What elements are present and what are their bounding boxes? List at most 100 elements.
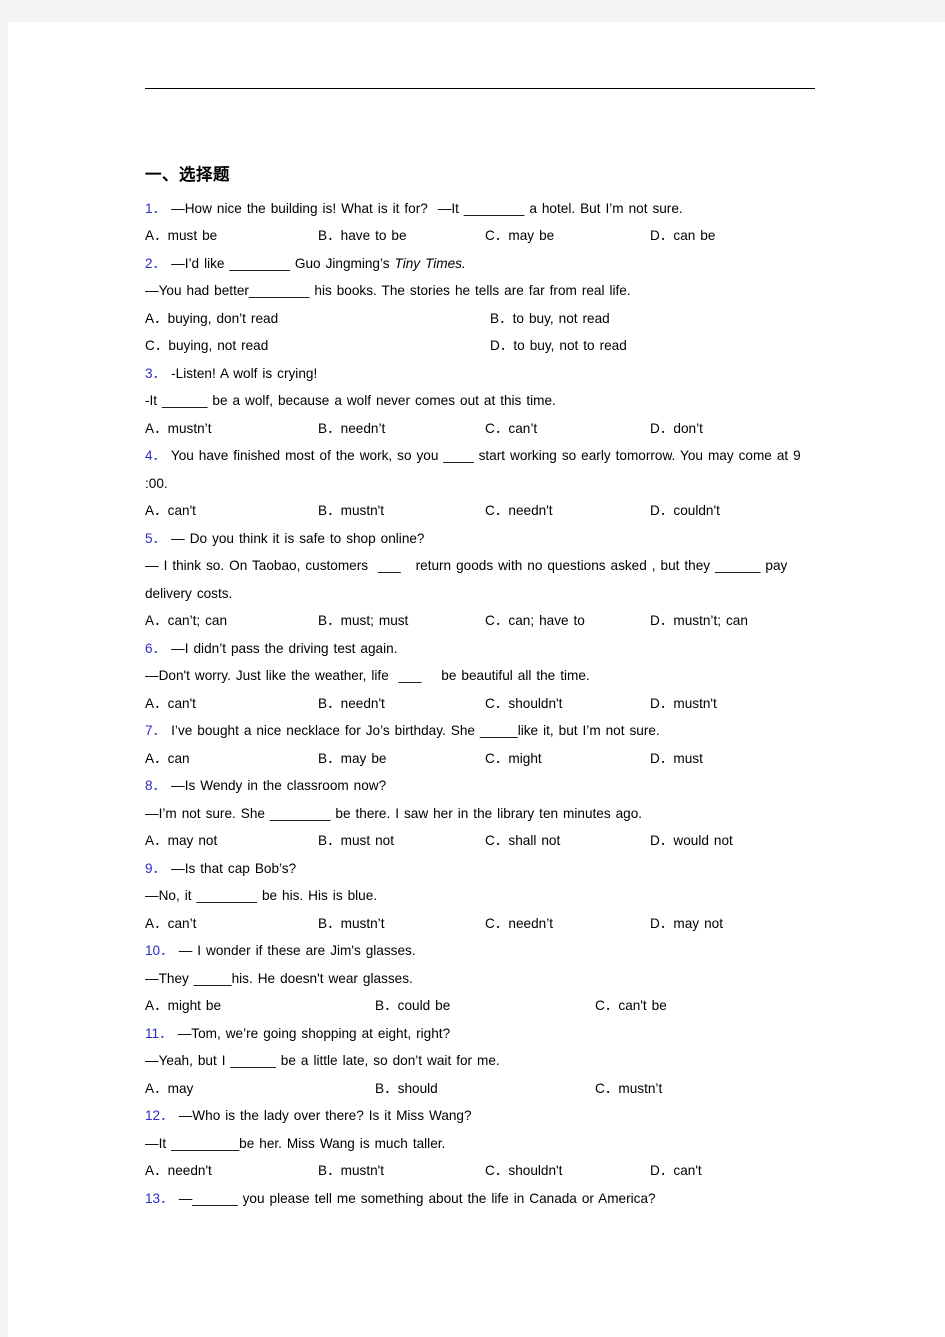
question-block: 2． —I’d like ________ Guo Jingming’s Tin… <box>145 250 817 360</box>
question-number: 12． <box>145 1108 174 1124</box>
question-block: 5． — Do you think it is safe to shop onl… <box>145 525 817 635</box>
option-choice[interactable]: D．must <box>650 745 817 773</box>
section-heading: 一、选择题 <box>145 166 230 184</box>
question-text: You have finished most of the work, so y… <box>145 448 806 491</box>
question-number: 11． <box>145 1025 173 1041</box>
question-stem: 10． — I wonder if these are Jim's glasse… <box>145 937 817 965</box>
option-group: A．might be B．could be C．can't be <box>145 992 817 1020</box>
question-stem: 2． —I’d like ________ Guo Jingming’s Tin… <box>145 250 817 278</box>
question-text: —Is that cap Bob’s? <box>171 860 297 876</box>
question-text: —______ you please tell me something abo… <box>178 1190 656 1206</box>
option-choice[interactable]: D．mustn’t; can <box>650 607 817 635</box>
option-group: A．may B．should C．mustn’t <box>145 1075 817 1103</box>
option-choice[interactable]: A．can't <box>145 690 318 718</box>
option-choice[interactable]: D．can be <box>650 222 817 250</box>
option-choice[interactable]: C．mustn’t <box>595 1075 817 1103</box>
option-choice[interactable]: C．can; have to <box>485 607 650 635</box>
option-choice[interactable]: B．mustn’t <box>318 910 485 938</box>
question-text: —Don't worry. Just like the weather, lif… <box>145 668 590 684</box>
question-stem-continuation: —Yeah, but I ______ be a little late, so… <box>145 1047 817 1075</box>
question-text: —I’m not sure. She ________ be there. I … <box>145 805 643 821</box>
question-stem-continuation: — I think so. On Taobao, customers ___ r… <box>145 552 817 607</box>
option-choice[interactable]: A．mustn’t <box>145 415 318 443</box>
option-choice[interactable]: C．may be <box>485 222 650 250</box>
question-stem-continuation: —Don't worry. Just like the weather, lif… <box>145 662 817 690</box>
option-choice[interactable]: C．buying, not read <box>145 332 490 360</box>
option-group: A．can't B．mustn't C．needn't D．couldn't <box>145 497 817 525</box>
option-choice[interactable]: B．to buy, not read <box>490 305 817 333</box>
question-number: 2． <box>145 255 167 271</box>
option-choice[interactable]: B．should <box>375 1075 595 1103</box>
question-stem: 12． —Who is the lady over there? Is it M… <box>145 1102 817 1130</box>
question-text: —How nice the building is! What is it fo… <box>171 200 683 216</box>
question-text: —No, it ________ be his. His is blue. <box>145 888 378 904</box>
option-choice[interactable]: B．may be <box>318 745 485 773</box>
option-choice[interactable]: B．could be <box>375 992 595 1020</box>
question-block: 12． —Who is the lady over there? Is it M… <box>145 1102 817 1185</box>
question-block: 9． —Is that cap Bob’s? —No, it ________ b… <box>145 855 817 938</box>
question-number: 10． <box>145 943 174 959</box>
option-choice[interactable]: B．must; must <box>318 607 485 635</box>
option-choice[interactable]: A．might be <box>145 992 375 1020</box>
question-block: 7． I’ve bought a nice necklace for Jo’s … <box>145 717 817 772</box>
option-group: A．can’t; can B．must; must C．can; have to D．… <box>145 607 817 635</box>
option-choice[interactable]: A．can't <box>145 497 318 525</box>
option-choice[interactable]: C．needn't <box>485 497 650 525</box>
question-number: 8． <box>145 778 167 794</box>
option-choice[interactable]: B．mustn't <box>318 1157 485 1185</box>
option-choice[interactable]: D．to buy, not to read <box>490 332 817 360</box>
italic-title: Tiny Times. <box>394 255 466 271</box>
question-text: — I think so. On Taobao, customers ___ r… <box>145 558 793 601</box>
option-choice[interactable]: C．can’t <box>485 415 650 443</box>
option-choice[interactable]: B．needn't <box>318 690 485 718</box>
question-number: 5． <box>145 530 167 546</box>
document-content: 一、选择题 1． —How nice the building is! What… <box>145 165 817 1212</box>
option-choice[interactable]: C．might <box>485 745 650 773</box>
option-choice[interactable]: A．may not <box>145 827 318 855</box>
option-choice[interactable]: D．can't <box>650 1157 817 1185</box>
question-stem: 9． —Is that cap Bob’s? <box>145 855 817 883</box>
question-block: 10． — I wonder if these are Jim's glasse… <box>145 937 817 1020</box>
option-choice[interactable]: B．needn’t <box>318 415 485 443</box>
question-text: — I wonder if these are Jim's glasses. <box>178 943 416 959</box>
option-group: A．buying, don’t read B．to buy, not read C．… <box>145 305 817 360</box>
option-choice[interactable]: D．couldn't <box>650 497 817 525</box>
question-number: 4． <box>145 448 167 464</box>
question-stem: 6． —I didn’t pass the driving test again… <box>145 635 817 663</box>
option-choice[interactable]: A．must be <box>145 222 318 250</box>
option-group: A．needn't B．mustn't C．shouldn't D．can't <box>145 1157 817 1185</box>
question-block: 11． —Tom, we’re going shopping at eight,… <box>145 1020 817 1103</box>
option-group: A．must be B．have to be C．may be D．can be <box>145 222 817 250</box>
option-choice[interactable]: B．mustn't <box>318 497 485 525</box>
option-choice[interactable]: C．shouldn't <box>485 1157 650 1185</box>
option-choice[interactable]: A．can <box>145 745 318 773</box>
question-text: —Tom, we’re going shopping at eight, rig… <box>177 1025 451 1041</box>
question-number: 9． <box>145 860 167 876</box>
question-text: I’ve bought a nice necklace for Jo’s bir… <box>171 723 660 739</box>
option-choice[interactable]: A．can’t; can <box>145 607 318 635</box>
option-choice[interactable]: D．would not <box>650 827 817 855</box>
option-choice[interactable]: C．shouldn't <box>485 690 650 718</box>
option-choice[interactable]: D．don’t <box>650 415 817 443</box>
question-text: —Who is the lady over there? Is it Miss … <box>178 1108 472 1124</box>
option-choice[interactable]: A．needn't <box>145 1157 318 1185</box>
option-choice[interactable]: A．may <box>145 1075 375 1103</box>
question-text: —I’d like ________ Guo Jingming’s <box>171 255 395 271</box>
question-stem: 7． I’ve bought a nice necklace for Jo’s … <box>145 717 817 745</box>
option-choice[interactable]: C．can't be <box>595 992 817 1020</box>
option-choice[interactable]: B．must not <box>318 827 485 855</box>
option-choice[interactable]: B．have to be <box>318 222 485 250</box>
question-stem-continuation: —You had better________ his books. The s… <box>145 277 817 305</box>
option-choice[interactable]: A．can’t <box>145 910 318 938</box>
option-choice[interactable]: D．mustn't <box>650 690 817 718</box>
question-number: 1． <box>145 200 167 216</box>
question-stem-continuation: —They _____his. He doesn't wear glasses. <box>145 965 817 993</box>
option-choice[interactable]: C．needn’t <box>485 910 650 938</box>
option-choice[interactable]: D．may not <box>650 910 817 938</box>
option-choice[interactable]: C．shall not <box>485 827 650 855</box>
question-text: -Listen! A wolf is crying! <box>171 365 318 381</box>
question-stem: 4． You have finished most of the work, s… <box>145 442 817 497</box>
question-number: 3． <box>145 365 167 381</box>
question-stem-continuation: —No, it ________ be his. His is blue. <box>145 882 817 910</box>
option-choice[interactable]: A．buying, don’t read <box>145 305 490 333</box>
